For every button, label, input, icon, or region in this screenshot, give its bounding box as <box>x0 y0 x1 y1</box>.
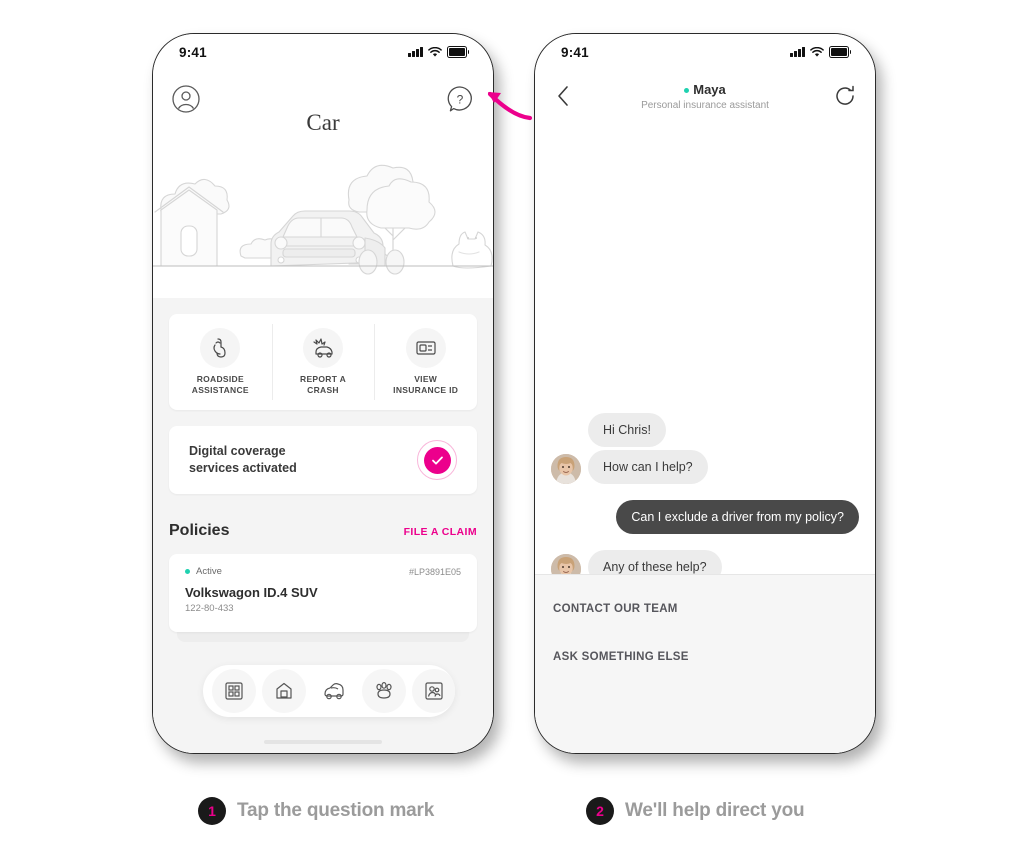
tile-label: VIEW INSURANCE ID <box>393 374 458 396</box>
left-screen: 9:41 ? Car ROADSIDE ASSISTANCE REPORT A … <box>153 34 493 753</box>
family-photo-icon <box>425 682 443 700</box>
status-bar-left: 9:41 <box>153 34 493 70</box>
tile-label: ROADSIDE ASSISTANCE <box>192 374 249 396</box>
status-bar-right: 9:41 <box>535 34 875 70</box>
check-dot <box>423 446 451 474</box>
right-screen: 9:41 Maya Personal insurance assistant H… <box>535 34 875 753</box>
policy-card-top-row: Active #LP3891E05 <box>185 566 461 577</box>
policy-status-label: Active <box>196 566 222 577</box>
bottom-tab-bar <box>203 665 455 717</box>
left-content-area: ROADSIDE ASSISTANCE REPORT A CRASH VIEW … <box>153 298 493 753</box>
tab-family[interactable] <box>412 669 455 713</box>
banner-line2: services activated <box>189 461 297 475</box>
tile-report-a-crash[interactable]: REPORT A CRASH <box>271 314 375 410</box>
option-ask-something-else[interactable]: ASK SOMETHING ELSE <box>553 651 689 663</box>
banner-text: Digital coverage services activated <box>189 443 297 477</box>
digital-coverage-banner[interactable]: Digital coverage services activated <box>169 426 477 494</box>
policy-number: #LP3891E05 <box>408 566 461 577</box>
wifi-icon <box>428 46 442 57</box>
tile-label-line2: INSURANCE ID <box>393 385 459 395</box>
policies-header: Policies FILE A CLAIM <box>169 522 477 540</box>
dashboard-grid-icon <box>225 682 243 700</box>
home-icon <box>276 682 292 699</box>
status-icons <box>408 46 470 58</box>
tow-hook-icon <box>200 328 241 368</box>
tile-view-insurance-id[interactable]: VIEW INSURANCE ID <box>374 314 477 410</box>
tile-label-line1: VIEW <box>414 374 438 384</box>
battery-icon <box>829 46 852 58</box>
chat-title: Maya <box>535 82 875 97</box>
crashed-car-icon <box>303 328 343 368</box>
caption-step-1: 1 Tap the question mark <box>198 797 434 825</box>
tile-label-line2: ASSISTANCE <box>191 385 249 395</box>
tile-label-line1: REPORT A <box>300 374 347 384</box>
step-badge: 2 <box>586 797 614 825</box>
step-badge: 1 <box>198 797 226 825</box>
chat-subtitle: Personal insurance assistant <box>641 100 769 111</box>
policy-sub-number: 122-80-433 <box>185 603 234 614</box>
policies-title: Policies <box>169 522 230 539</box>
car-house-tree-dog-line-art <box>153 164 493 275</box>
agent-avatar-photo <box>551 454 581 484</box>
tile-label-line2: CRASH <box>307 385 339 395</box>
message-row: How can I help? <box>551 450 708 484</box>
tab-dashboard[interactable] <box>212 669 256 713</box>
file-a-claim-link[interactable]: FILE A CLAIM <box>404 526 477 538</box>
step-text: Tap the question mark <box>237 800 435 821</box>
chat-header: Maya Personal insurance assistant <box>535 70 875 127</box>
tile-roadside-assistance[interactable]: ROADSIDE ASSISTANCE <box>169 314 272 410</box>
policy-vehicle-name: Volkswagon ID.4 SUV <box>185 585 318 600</box>
chat-thread: Hi Chris! How can I help? Can I exclude … <box>535 126 875 584</box>
battery-icon <box>447 46 470 58</box>
svg-text:?: ? <box>457 93 464 107</box>
signal-bars-icon <box>790 47 805 57</box>
policy-status: Active <box>185 566 222 577</box>
message-bubble-agent: How can I help? <box>588 450 708 484</box>
screenshot-stage: 9:41 ? Car ROADSIDE ASSISTANCE REPORT A … <box>0 0 1024 846</box>
tab-pet[interactable] <box>362 669 406 713</box>
online-status-dot-icon <box>684 88 690 94</box>
option-contact-our-team[interactable]: CONTACT OUR TEAM <box>553 603 678 615</box>
caption-step-2: 2 We'll help direct you <box>586 797 805 825</box>
quick-reply-options: CONTACT OUR TEAM ASK SOMETHING ELSE <box>535 574 875 753</box>
signal-bars-icon <box>408 47 423 57</box>
status-time: 9:41 <box>561 44 589 60</box>
wifi-icon <box>810 46 824 57</box>
car-illustration <box>153 148 493 298</box>
paw-icon <box>376 682 392 699</box>
status-icons <box>790 46 852 58</box>
status-time: 9:41 <box>179 44 207 60</box>
step-text: We'll help direct you <box>625 800 805 821</box>
insurance-card-icon <box>405 328 446 368</box>
tile-label-line1: ROADSIDE <box>196 374 244 384</box>
home-indicator <box>264 740 382 744</box>
left-header: ? Car <box>153 70 493 148</box>
status-dot-icon <box>185 569 190 574</box>
checkmark-icon <box>431 456 443 464</box>
message-row: Can I exclude a driver from my policy? <box>616 500 859 534</box>
banner-line1: Digital coverage <box>189 444 286 458</box>
check-circle-icon <box>417 440 457 480</box>
car-icon <box>324 683 344 700</box>
chat-title-text: Maya <box>693 82 726 97</box>
tab-home[interactable] <box>262 669 306 713</box>
page-title: Car <box>306 110 340 135</box>
tab-car[interactable] <box>312 669 356 713</box>
message-bubble-user: Can I exclude a driver from my policy? <box>616 500 859 534</box>
message-bubble-agent: Hi Chris! <box>588 413 666 447</box>
tile-label: REPORT A CRASH <box>300 374 346 396</box>
policy-card[interactable]: Active #LP3891E05 Volkswagon ID.4 SUV 12… <box>169 554 477 632</box>
phone-mockup-right: 9:41 Maya Personal insurance assistant H… <box>534 33 876 754</box>
avatar <box>551 454 581 484</box>
quick-actions-card: ROADSIDE ASSISTANCE REPORT A CRASH VIEW … <box>169 314 477 410</box>
phone-mockup-left: 9:41 ? Car ROADSIDE ASSISTANCE REPORT A … <box>152 33 494 754</box>
message-row: Hi Chris! <box>551 413 666 447</box>
restart-history-icon[interactable] <box>833 83 859 109</box>
